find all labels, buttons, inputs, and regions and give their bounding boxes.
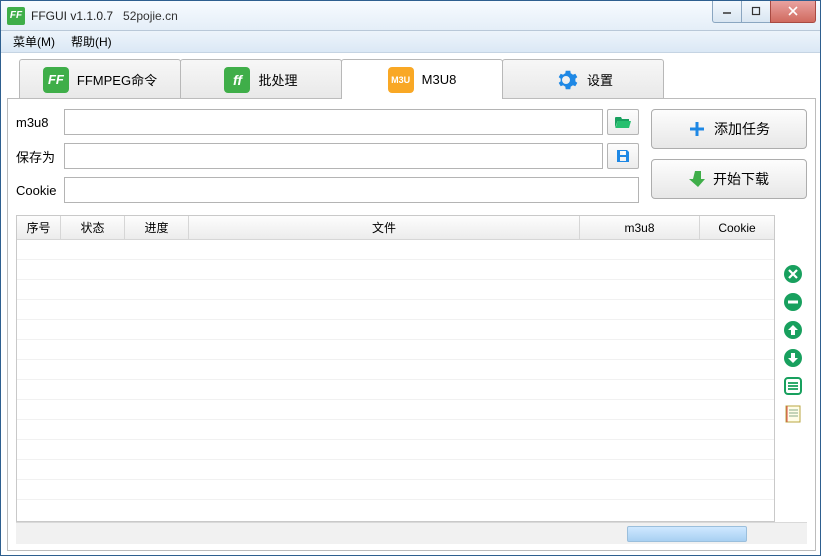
gear-icon xyxy=(553,67,579,93)
table-row xyxy=(17,340,774,360)
close-button[interactable] xyxy=(770,1,816,23)
th-cookie[interactable]: Cookie xyxy=(700,216,774,239)
m3u8-label: m3u8 xyxy=(16,115,64,130)
table-row xyxy=(17,380,774,400)
status-indicator xyxy=(627,526,747,542)
m3u8-panel: m3u8 保存为 Cookie xyxy=(7,98,816,551)
tab-batch[interactable]: ff 批处理 xyxy=(180,59,342,99)
row-save-as: 保存为 xyxy=(16,143,639,169)
download-arrow-icon xyxy=(689,170,705,188)
add-task-label: 添加任务 xyxy=(714,119,770,139)
notes-button[interactable] xyxy=(782,403,804,425)
row-m3u8: m3u8 xyxy=(16,109,639,135)
list-icon xyxy=(783,376,803,396)
cookie-label: Cookie xyxy=(16,183,64,198)
form-right: 添加任务 开始下载 xyxy=(651,109,807,211)
tab-m3u8-label: M3U8 xyxy=(422,72,457,87)
table-row xyxy=(17,240,774,260)
save-as-input[interactable] xyxy=(64,143,603,169)
menu-menu[interactable]: 菜单(M) xyxy=(5,31,63,52)
task-table: 序号 状态 进度 文件 m3u8 Cookie xyxy=(16,215,775,522)
plus-icon xyxy=(688,120,706,138)
window-title: FFGUI v1.1.0.7 xyxy=(31,9,113,23)
app-window: FF FFGUI v1.1.0.7 52pojie.cn 菜单(M) 帮助(H) xyxy=(0,0,821,556)
save-icon xyxy=(615,148,631,164)
move-down-button[interactable] xyxy=(782,347,804,369)
th-progress[interactable]: 进度 xyxy=(125,216,189,239)
titlebar: FF FFGUI v1.1.0.7 52pojie.cn xyxy=(1,1,820,31)
delete-icon xyxy=(783,264,803,284)
table-row xyxy=(17,460,774,480)
form-left: m3u8 保存为 Cookie xyxy=(16,109,639,211)
table-wrap: 序号 状态 进度 文件 m3u8 Cookie xyxy=(16,215,807,522)
folder-open-icon xyxy=(614,115,632,129)
tab-m3u8[interactable]: M3U M3U8 xyxy=(341,59,503,99)
window-subtitle: 52pojie.cn xyxy=(123,9,178,23)
th-index[interactable]: 序号 xyxy=(17,216,61,239)
ff-icon: FF xyxy=(43,67,69,93)
statusbar xyxy=(16,522,807,544)
tab-settings[interactable]: 设置 xyxy=(502,59,664,99)
table-row xyxy=(17,300,774,320)
browse-m3u8-button[interactable] xyxy=(607,109,639,135)
content-area: FF FFMPEG命令 ff 批处理 M3U M3U8 设置 xyxy=(1,53,820,555)
add-task-button[interactable]: 添加任务 xyxy=(651,109,807,149)
start-download-button[interactable]: 开始下载 xyxy=(651,159,807,199)
ff-batch-icon: ff xyxy=(224,67,250,93)
tab-settings-label: 设置 xyxy=(587,70,613,89)
arrow-down-icon xyxy=(783,348,803,368)
close-icon xyxy=(787,5,799,17)
tab-ffmpeg-label: FFMPEG命令 xyxy=(77,70,157,89)
maximize-button[interactable] xyxy=(741,1,771,23)
clear-icon xyxy=(783,292,803,312)
save-as-label: 保存为 xyxy=(16,147,64,166)
m3u-icon: M3U xyxy=(388,67,414,93)
th-status[interactable]: 状态 xyxy=(61,216,125,239)
table-row xyxy=(17,420,774,440)
menubar: 菜单(M) 帮助(H) xyxy=(1,31,820,53)
cookie-input[interactable] xyxy=(64,177,639,203)
side-toolbar xyxy=(779,215,807,522)
table-row xyxy=(17,400,774,420)
window-controls xyxy=(713,1,816,23)
table-row xyxy=(17,360,774,380)
clear-button[interactable] xyxy=(782,291,804,313)
tab-batch-label: 批处理 xyxy=(258,70,297,89)
table-row xyxy=(17,280,774,300)
maximize-icon xyxy=(751,6,761,16)
table-row xyxy=(17,440,774,460)
table-header: 序号 状态 进度 文件 m3u8 Cookie xyxy=(17,216,774,240)
notes-icon xyxy=(783,404,803,424)
move-up-button[interactable] xyxy=(782,319,804,341)
delete-button[interactable] xyxy=(782,263,804,285)
minimize-button[interactable] xyxy=(712,1,742,23)
list-button[interactable] xyxy=(782,375,804,397)
save-button[interactable] xyxy=(607,143,639,169)
tab-bar: FF FFMPEG命令 ff 批处理 M3U M3U8 设置 xyxy=(19,59,816,99)
app-icon: FF xyxy=(7,7,25,25)
row-cookie: Cookie xyxy=(16,177,639,203)
table-row xyxy=(17,320,774,340)
m3u8-input[interactable] xyxy=(64,109,603,135)
menu-help[interactable]: 帮助(H) xyxy=(63,31,120,52)
table-row xyxy=(17,260,774,280)
start-download-label: 开始下载 xyxy=(713,169,769,189)
tab-ffmpeg[interactable]: FF FFMPEG命令 xyxy=(19,59,181,99)
arrow-up-icon xyxy=(783,320,803,340)
th-file[interactable]: 文件 xyxy=(189,216,580,239)
th-m3u8[interactable]: m3u8 xyxy=(580,216,700,239)
minimize-icon xyxy=(722,6,732,16)
table-body[interactable] xyxy=(17,240,774,521)
table-row xyxy=(17,480,774,500)
form-area: m3u8 保存为 Cookie xyxy=(16,109,807,211)
